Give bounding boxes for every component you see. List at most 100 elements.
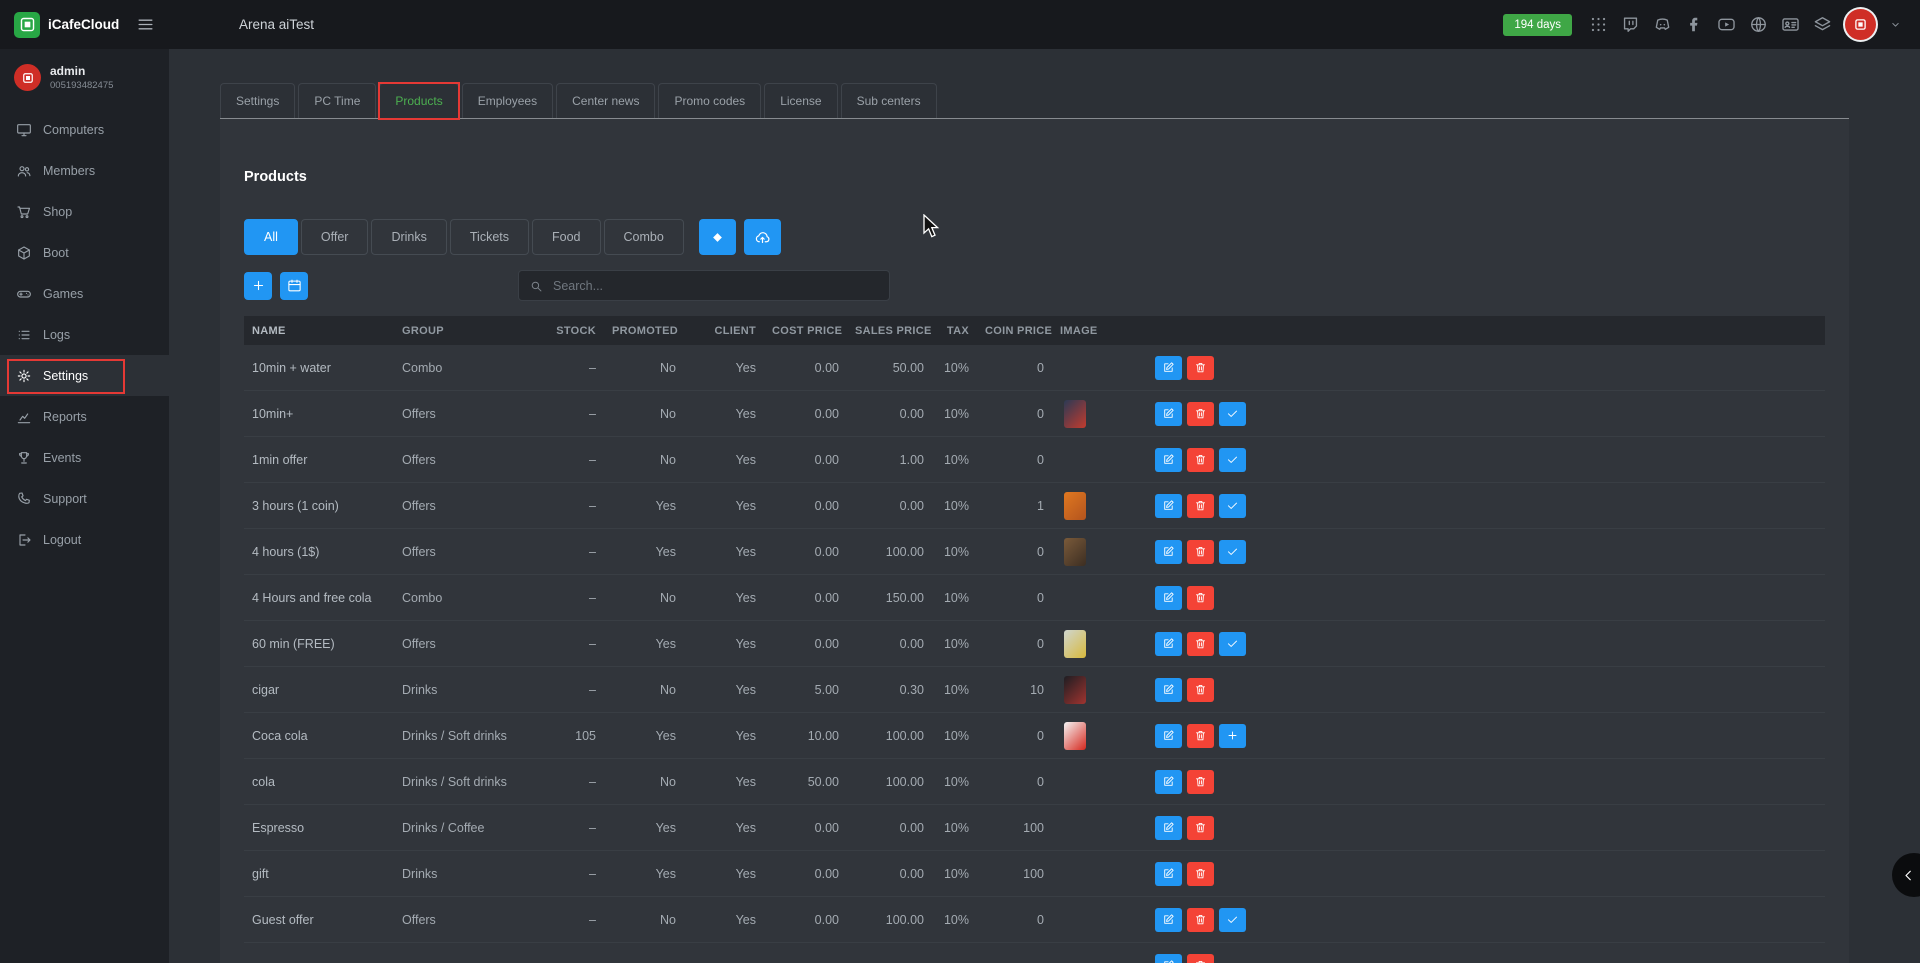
- edit-button[interactable]: [1155, 724, 1182, 748]
- sidebar-item-members[interactable]: Members: [0, 150, 169, 191]
- filter-all[interactable]: All: [244, 219, 298, 255]
- cell-sales-price: 0.00: [847, 821, 932, 835]
- header-stock: STOCK: [524, 325, 604, 337]
- facebook-icon[interactable]: [1685, 15, 1704, 34]
- sidebar-item-logout[interactable]: Logout: [0, 519, 169, 560]
- edit-button[interactable]: [1155, 540, 1182, 564]
- sidebar-item-shop[interactable]: Shop: [0, 191, 169, 232]
- tab-promo-codes[interactable]: Promo codes: [658, 83, 761, 118]
- delete-button[interactable]: [1187, 356, 1214, 380]
- check-button[interactable]: [1219, 494, 1246, 518]
- check-button[interactable]: [1219, 448, 1246, 472]
- sidebar-item-support[interactable]: Support: [0, 478, 169, 519]
- cell-client: Yes: [684, 407, 764, 421]
- delete-button[interactable]: [1187, 954, 1214, 963]
- edit-button[interactable]: [1155, 908, 1182, 932]
- edit-button[interactable]: [1155, 402, 1182, 426]
- twitch-icon[interactable]: [1621, 15, 1640, 34]
- sidebar-avatar[interactable]: [14, 64, 41, 91]
- apps-icon[interactable]: [1589, 15, 1608, 34]
- delete-button[interactable]: [1187, 402, 1214, 426]
- cell-stock: –: [524, 591, 604, 605]
- edit-button[interactable]: [1155, 954, 1182, 963]
- phone-icon: [16, 491, 32, 507]
- logs-icon: [16, 327, 32, 343]
- chevron-down-icon[interactable]: [1889, 18, 1902, 31]
- cell-actions: [1147, 448, 1825, 472]
- sidebar-item-boot[interactable]: Boot: [0, 232, 169, 273]
- filter-offer[interactable]: Offer: [301, 219, 369, 255]
- search-input[interactable]: [551, 278, 879, 294]
- check-button[interactable]: [1219, 540, 1246, 564]
- sidebar-item-computers[interactable]: Computers: [0, 109, 169, 150]
- edit-button[interactable]: [1155, 356, 1182, 380]
- edit-button[interactable]: [1155, 770, 1182, 794]
- sidebar-item-label: Logs: [43, 328, 70, 342]
- plus-button[interactable]: [1219, 724, 1246, 748]
- cell-cost-price: 10.00: [764, 729, 847, 743]
- filter-drinks[interactable]: Drinks: [371, 219, 446, 255]
- sidebar-item-events[interactable]: Events: [0, 437, 169, 478]
- tab-license[interactable]: License: [764, 83, 837, 118]
- cell-promoted: Yes: [604, 545, 684, 559]
- cell-sales-price: 0.00: [847, 867, 932, 881]
- sidebar-item-label: Reports: [43, 410, 87, 424]
- edit-button[interactable]: [1155, 494, 1182, 518]
- delete-button[interactable]: [1187, 908, 1214, 932]
- delete-button[interactable]: [1187, 724, 1214, 748]
- edit-button[interactable]: [1155, 448, 1182, 472]
- tab-pc-time[interactable]: PC Time: [298, 83, 376, 118]
- check-button[interactable]: [1219, 908, 1246, 932]
- discord-icon[interactable]: [1653, 15, 1672, 34]
- calendar-button[interactable]: [280, 272, 308, 300]
- layers-icon[interactable]: [1813, 15, 1832, 34]
- delete-button[interactable]: [1187, 586, 1214, 610]
- filter-combo[interactable]: Combo: [604, 219, 684, 255]
- filter-tickets[interactable]: Tickets: [450, 219, 529, 255]
- delete-button[interactable]: [1187, 540, 1214, 564]
- sidebar-item-label: Games: [43, 287, 83, 301]
- edit-button[interactable]: [1155, 678, 1182, 702]
- globe-icon[interactable]: [1749, 15, 1768, 34]
- tab-settings[interactable]: Settings: [220, 83, 295, 118]
- edit-button[interactable]: [1155, 862, 1182, 886]
- edit-button[interactable]: [1155, 816, 1182, 840]
- product-image: [1064, 630, 1086, 658]
- delete-button[interactable]: [1187, 678, 1214, 702]
- sidebar-item-reports[interactable]: Reports: [0, 396, 169, 437]
- sidebar-item-logs[interactable]: Logs: [0, 314, 169, 355]
- cell-cost-price: 0.00: [764, 499, 847, 513]
- sidebar-item-games[interactable]: Games: [0, 273, 169, 314]
- check-button[interactable]: [1219, 402, 1246, 426]
- delete-button[interactable]: [1187, 632, 1214, 656]
- cloud-upload-button[interactable]: [744, 219, 781, 255]
- cell-cost-price: 0.00: [764, 407, 847, 421]
- cell-tax: 10%: [932, 545, 977, 559]
- cell-sales-price: 0.30: [847, 683, 932, 697]
- delete-button[interactable]: [1187, 448, 1214, 472]
- delete-button[interactable]: [1187, 862, 1214, 886]
- check-button[interactable]: [1219, 632, 1246, 656]
- table-row: cigarDrinks–NoYes5.000.3010%10: [244, 667, 1825, 713]
- add-product-button[interactable]: [244, 272, 272, 300]
- tab-sub-centers[interactable]: Sub centers: [841, 83, 937, 118]
- delete-button[interactable]: [1187, 494, 1214, 518]
- user-avatar[interactable]: [1845, 9, 1876, 40]
- filter-food[interactable]: Food: [532, 219, 601, 255]
- cell-coin-price: 0: [977, 407, 1052, 421]
- tab-products[interactable]: Products: [379, 83, 458, 118]
- brand-logo-icon: [14, 12, 40, 38]
- sidebar-item-settings[interactable]: Settings: [0, 355, 169, 396]
- contact-card-icon[interactable]: [1781, 15, 1800, 34]
- edit-button[interactable]: [1155, 632, 1182, 656]
- categories-button[interactable]: [699, 219, 736, 255]
- cell-coin-price: 0: [977, 545, 1052, 559]
- tab-employees[interactable]: Employees: [462, 83, 553, 118]
- menu-icon[interactable]: [136, 15, 155, 34]
- cell-actions: [1147, 678, 1825, 702]
- youtube-icon[interactable]: [1717, 15, 1736, 34]
- delete-button[interactable]: [1187, 816, 1214, 840]
- tab-center-news[interactable]: Center news: [556, 83, 655, 118]
- edit-button[interactable]: [1155, 586, 1182, 610]
- delete-button[interactable]: [1187, 770, 1214, 794]
